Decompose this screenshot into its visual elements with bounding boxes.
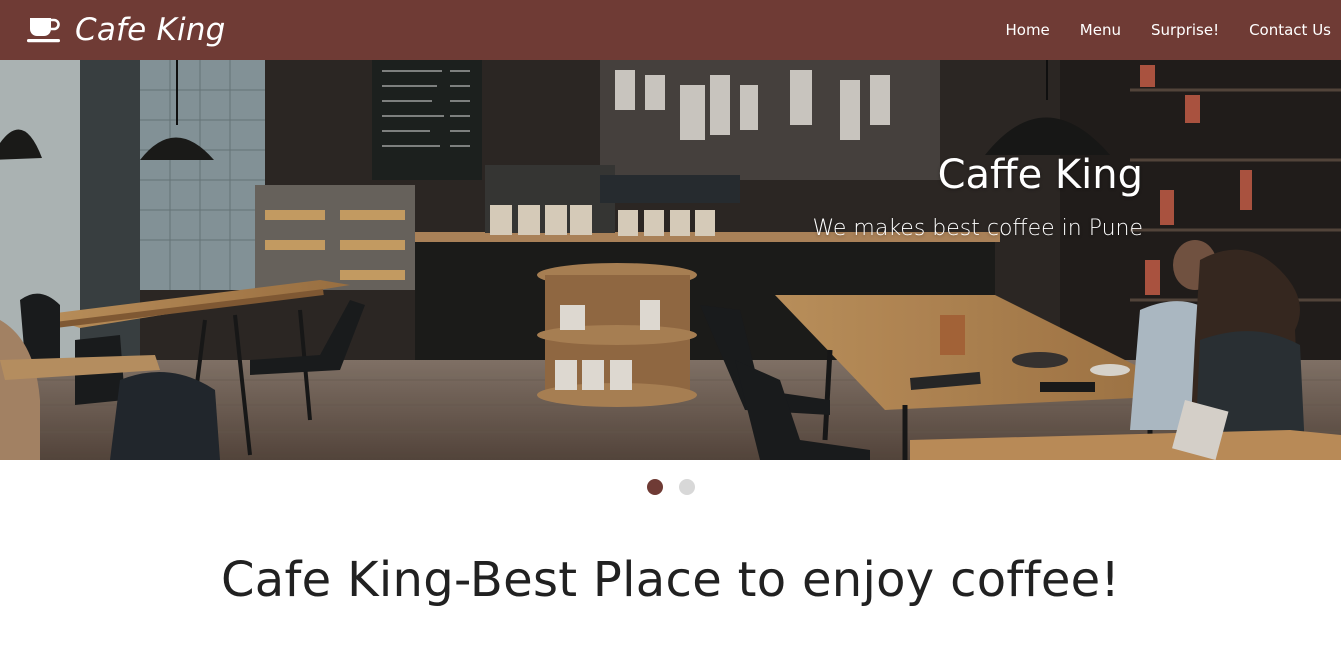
brand-link[interactable]: Cafe King — [26, 10, 226, 50]
nav-menu-link[interactable]: Menu — [1080, 21, 1121, 39]
carousel-indicator-2[interactable] — [678, 479, 695, 495]
coffee-cup-icon — [27, 18, 60, 43]
navbar: Cafe King Home Menu Surprise! Contact Us — [0, 0, 1341, 60]
carousel-caption-title: Caffe King — [937, 152, 1143, 198]
carousel-indicator-1[interactable] — [646, 479, 663, 495]
nav-links: Home Menu Surprise! Contact Us — [1005, 0, 1341, 60]
cafe-interior-image — [0, 60, 1341, 460]
carousel-caption-subtitle: We makes best coffee in Pune — [812, 216, 1143, 241]
nav-home-link[interactable]: Home — [1005, 21, 1049, 39]
brand-name: Cafe King — [75, 12, 226, 48]
hero-carousel[interactable]: Caffe King We makes best coffee in Pune — [0, 60, 1341, 460]
nav-surprise-link[interactable]: Surprise! — [1151, 21, 1219, 39]
nav-contact-link[interactable]: Contact Us — [1249, 21, 1331, 39]
page-headline: Cafe King-Best Place to enjoy coffee! — [220, 552, 1121, 608]
carousel-indicators — [0, 479, 1341, 495]
